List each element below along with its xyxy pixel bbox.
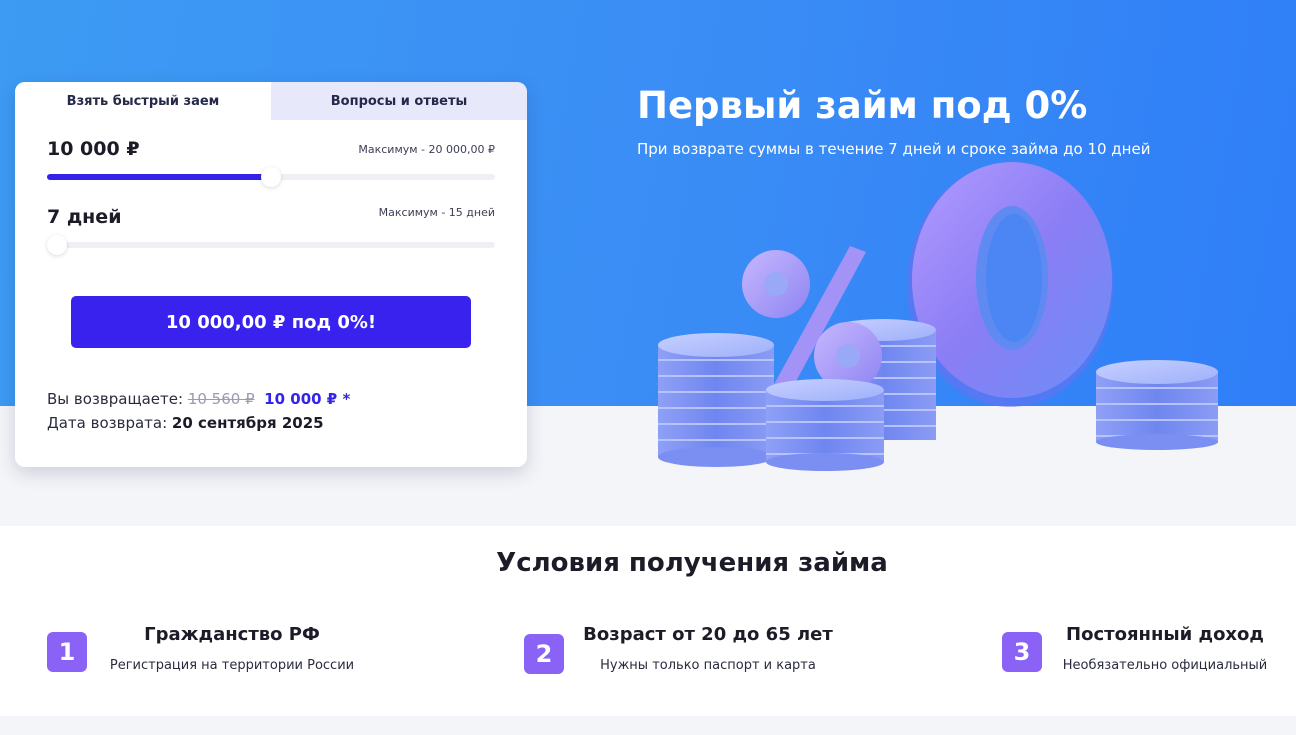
amount-value: 10 000 ₽ — [47, 138, 140, 160]
condition-3-badge: 3 — [1002, 632, 1042, 672]
hero-subtitle: При возврате суммы в течение 7 дней и ср… — [637, 140, 1151, 158]
return-date-label: Дата возврата: — [47, 414, 168, 432]
footer-strip — [0, 716, 1296, 735]
term-max-label: Максимум - 15 дней — [378, 206, 495, 219]
condition-1-badge: 1 — [47, 632, 87, 672]
return-amount-line: Вы возвращаете: 10 560 ₽ 10 000 ₽ * — [47, 390, 350, 408]
coin-stack-right — [1096, 360, 1218, 450]
term-value: 7 дней — [47, 206, 122, 228]
tab-quick-loan[interactable]: Взять быстрый заем — [15, 82, 271, 120]
coin-stack-front — [766, 379, 884, 471]
conditions-title: Условия получения займа — [496, 548, 888, 578]
hero-title: Первый займ под 0% — [637, 84, 1088, 127]
return-date-line: Дата возврата: 20 сентября 2025 — [47, 414, 324, 432]
term-slider-thumb[interactable] — [47, 235, 67, 255]
return-date-value: 20 сентября 2025 — [171, 414, 324, 432]
return-label: Вы возвращаете: — [47, 390, 184, 408]
amount-max-label: Максимум - 20 000,00 ₽ — [358, 143, 495, 156]
condition-2-sub: Нужны только паспорт и карта — [600, 658, 816, 673]
zero-percent-illustration — [658, 162, 1218, 471]
tab-faq[interactable]: Вопросы и ответы — [271, 82, 527, 120]
zero-figure — [907, 162, 1113, 407]
amount-slider[interactable] — [47, 167, 495, 187]
amount-slider-fill — [47, 174, 271, 180]
amount-slider-thumb[interactable] — [261, 167, 281, 187]
loan-calculator-card: Взять быстрый заем Вопросы и ответы 10 0… — [15, 82, 527, 467]
term-slider[interactable] — [47, 235, 495, 255]
condition-1-heading: Гражданство РФ — [144, 624, 320, 645]
get-loan-button[interactable]: 10 000,00 ₽ под 0%! — [71, 296, 471, 348]
condition-1-sub: Регистрация на территории России — [109, 658, 355, 673]
old-amount: 10 560 ₽ — [187, 390, 255, 408]
condition-3-sub: Необязательно официальный — [1062, 658, 1268, 673]
condition-3-heading: Постоянный доход — [1066, 624, 1264, 645]
calculator-tabs: Взять быстрый заем Вопросы и ответы — [15, 82, 527, 120]
condition-2-badge: 2 — [524, 634, 564, 674]
coin-stack-left — [658, 333, 774, 467]
condition-2-heading: Возраст от 20 до 65 лет — [583, 624, 833, 645]
new-amount: 10 000 ₽ * — [264, 390, 351, 408]
